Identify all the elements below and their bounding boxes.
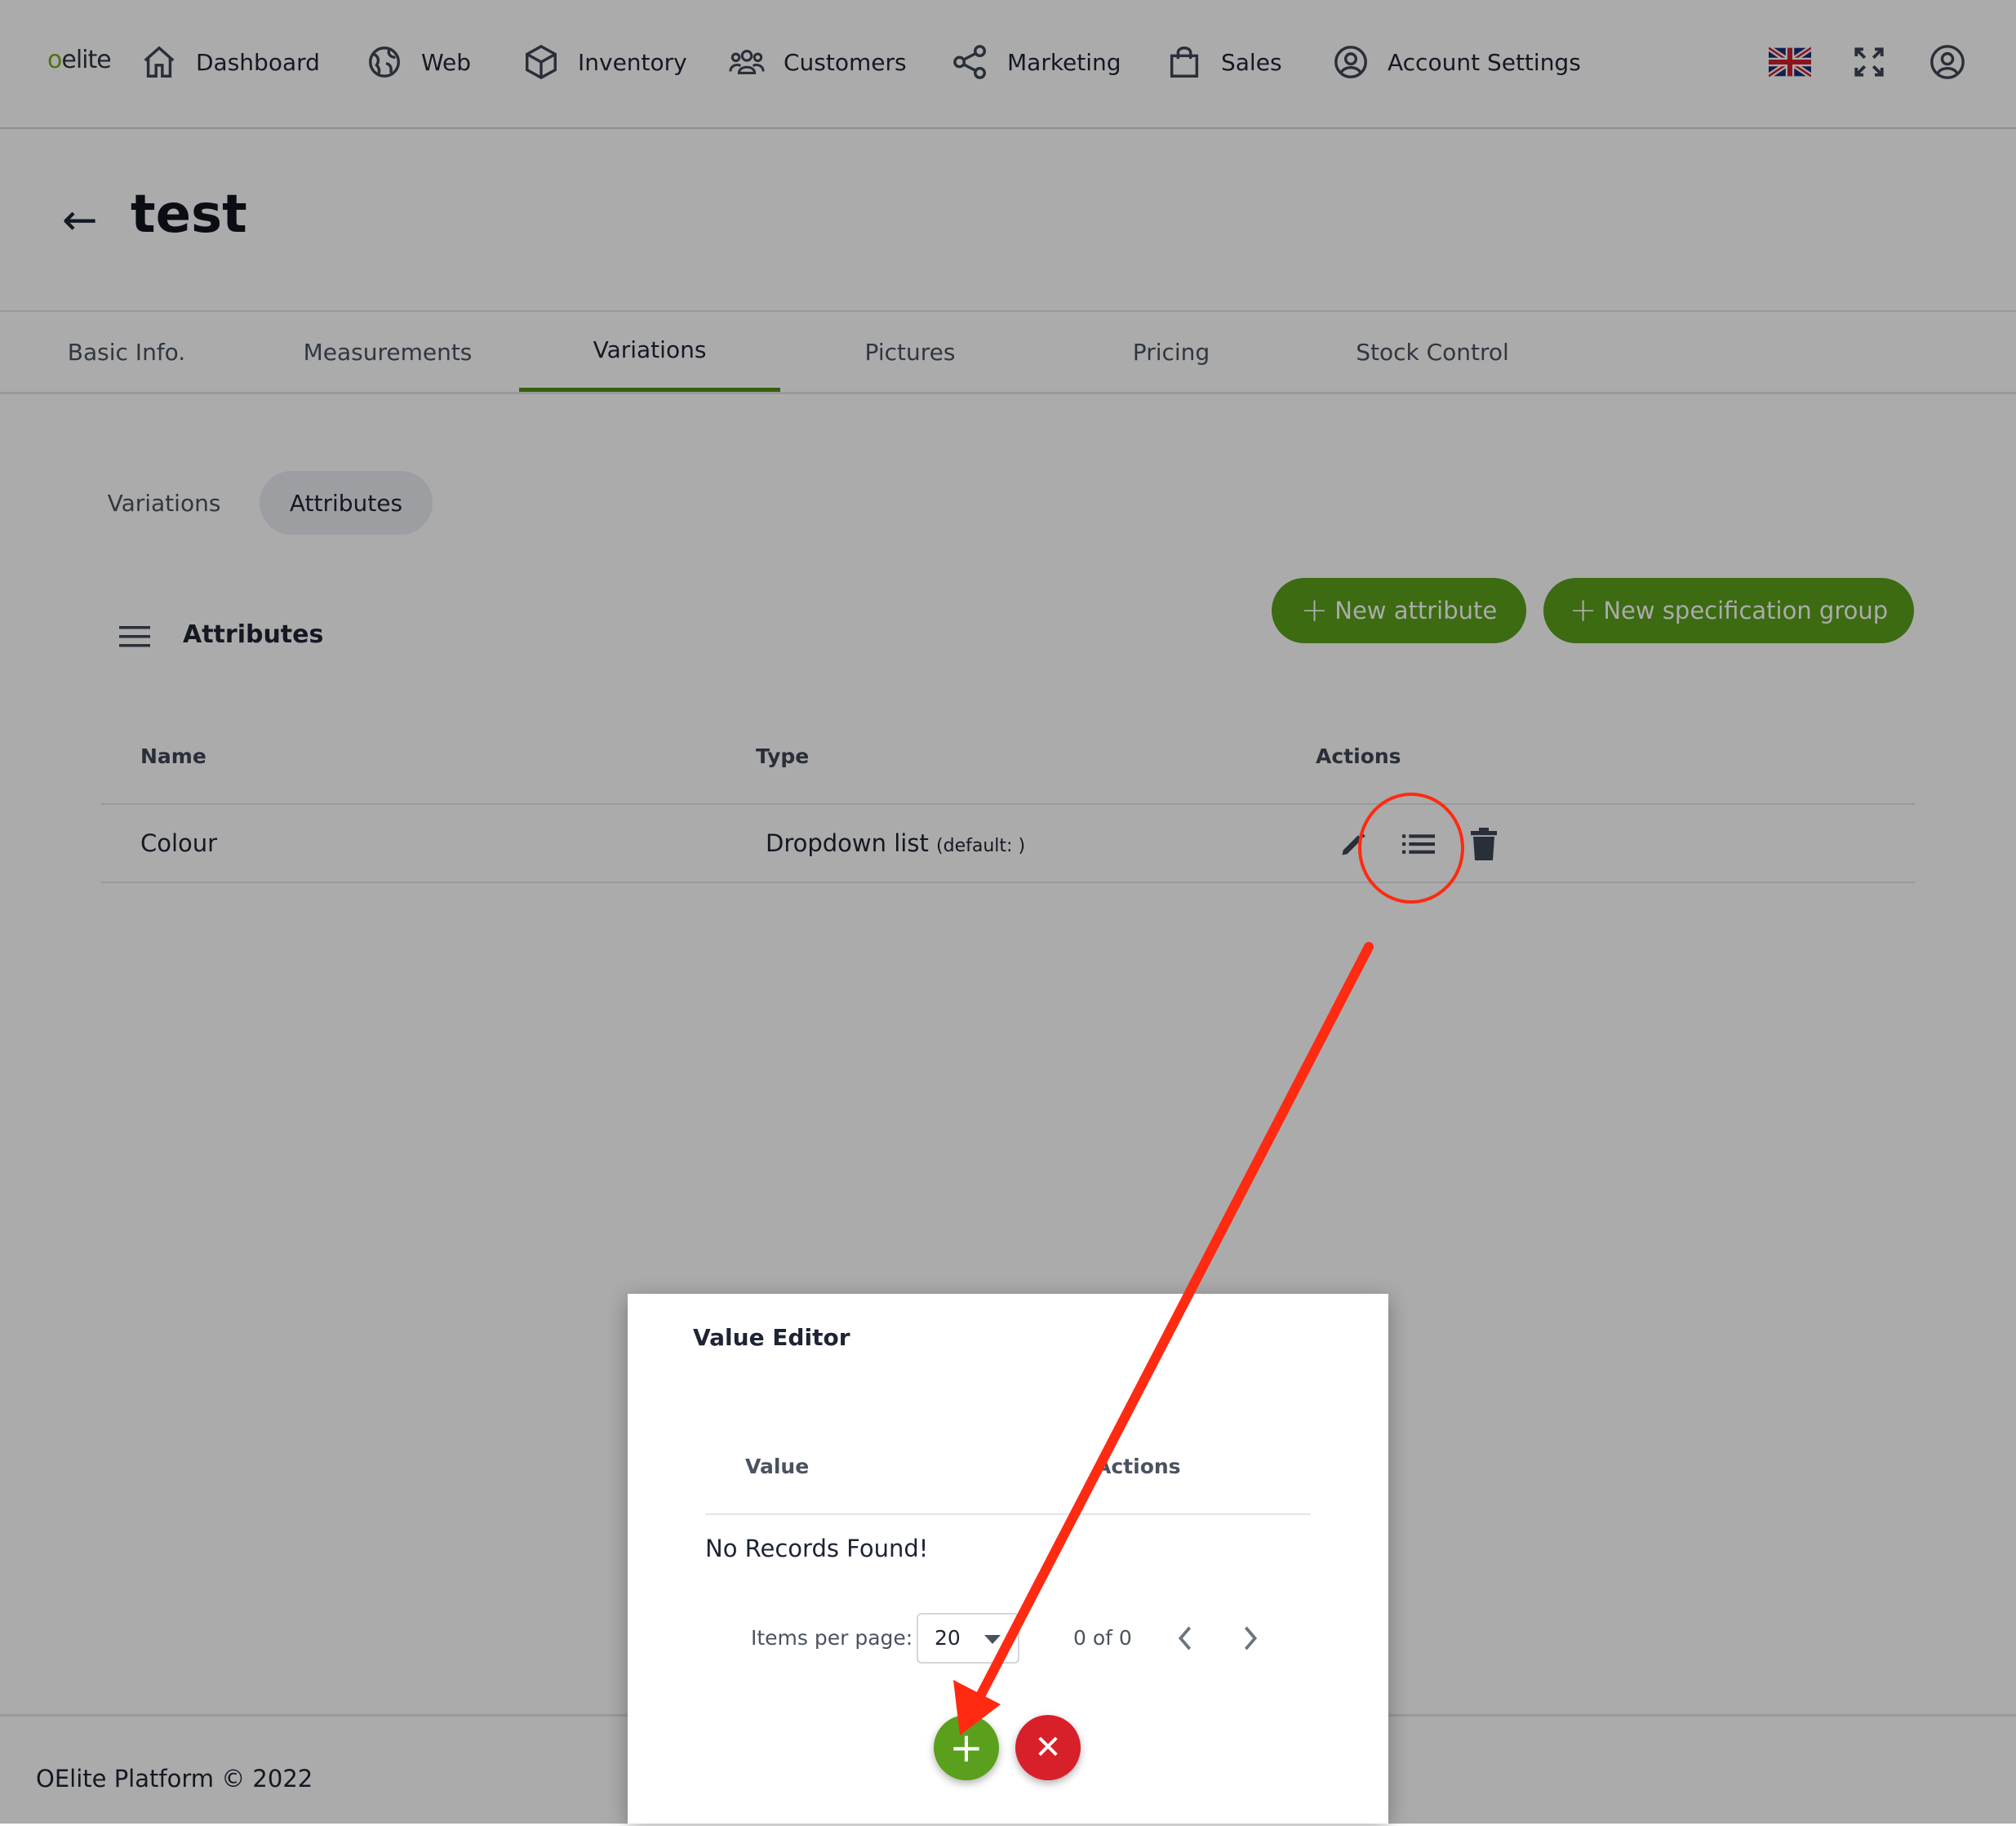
chevron-left-icon	[1178, 1626, 1192, 1651]
items-per-page-label: Items per page:	[751, 1626, 913, 1650]
items-per-page-value: 20	[935, 1626, 961, 1650]
dialog-column-actions: Actions	[1095, 1455, 1181, 1478]
page: oelite Dashboard Web Inventory Customers…	[0, 0, 2016, 1826]
close-icon: ✕	[1034, 1729, 1062, 1766]
previous-page-button[interactable]	[1167, 1620, 1203, 1656]
empty-state-text: No Records Found!	[705, 1535, 929, 1562]
plus-icon: +	[949, 1724, 984, 1771]
close-dialog-button[interactable]: ✕	[1015, 1715, 1081, 1780]
dialog-title: Value Editor	[693, 1324, 850, 1351]
chevron-right-icon	[1244, 1626, 1258, 1651]
next-page-button[interactable]	[1232, 1620, 1268, 1656]
add-value-button[interactable]: +	[934, 1715, 999, 1780]
dialog-column-value: Value	[745, 1455, 810, 1478]
items-per-page-select[interactable]	[917, 1613, 1019, 1664]
dropdown-caret-icon	[984, 1635, 1001, 1644]
pagination-range: 0 of 0	[1073, 1626, 1132, 1650]
dialog-table-divider	[705, 1513, 1311, 1515]
